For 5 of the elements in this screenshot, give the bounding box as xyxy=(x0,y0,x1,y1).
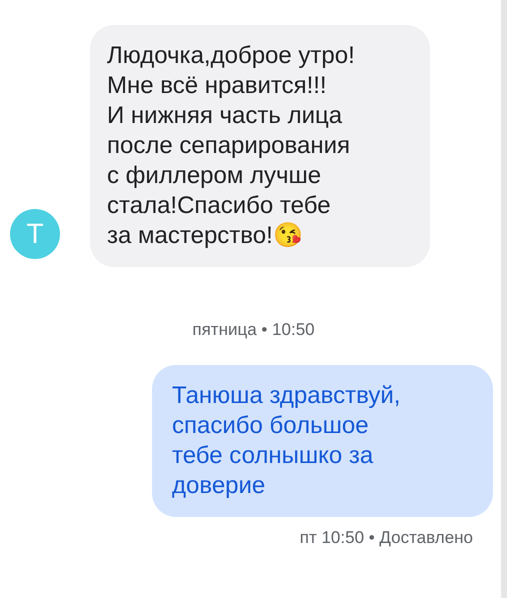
avatar: T xyxy=(10,209,60,259)
message-text: Танюша здравствуй, спасибо большое тебе солнышко за доверие xyxy=(152,364,493,516)
delivery-status: пт 10:50 • Доставлено xyxy=(300,526,473,548)
timestamp: пятница • 10:50 xyxy=(192,319,315,341)
message-text: Людочка,доброе утро! Мне всё нравится!!! И нижняя часть лица после сепарирования с филлером лучше стала!Спасибо тебе за мастерство!😘 xyxy=(90,25,430,267)
